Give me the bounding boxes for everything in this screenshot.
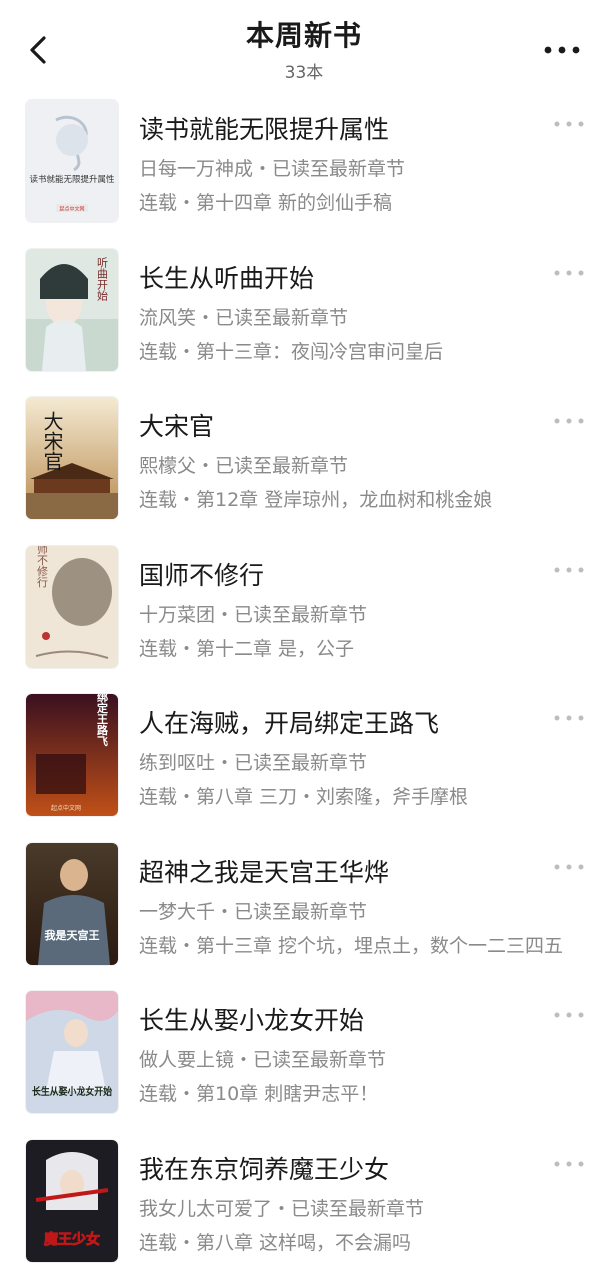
- item-more-button[interactable]: [552, 1154, 586, 1174]
- page-title: 本周新书: [0, 14, 608, 54]
- top-bar: 本周新书 33本: [0, 0, 608, 92]
- cover-title: 开局绑定王路飞: [96, 694, 110, 747]
- book-list: 读书就能无限提升属性 起点中文网 读书就能无限提升属性 日每一万神成・已读至最新…: [0, 98, 608, 1286]
- book-meta: 日每一万神成・已读至最新章节: [139, 154, 405, 181]
- book-title: 超神之我是天宫王华烨: [139, 853, 389, 889]
- book-cover[interactable]: 长生从娶小龙女开始: [26, 991, 118, 1113]
- item-more-button[interactable]: [552, 857, 586, 877]
- book-meta: 十万菜团・已读至最新章节: [139, 600, 367, 627]
- book-meta: 流风笑・已读至最新章节: [139, 303, 348, 330]
- cover-image: 开局绑定王路飞 起点中文网: [26, 694, 118, 816]
- book-chapter: 连载・第八章 三刀・刘索隆，斧手摩根: [139, 782, 569, 809]
- cover-title: 国师不修行: [36, 546, 49, 588]
- more-horizontal-icon: [552, 857, 586, 877]
- book-chapter: 连载・第十三章 挖个坑，埋点土，数个一二三四五: [139, 931, 569, 958]
- book-title: 人在海贼，开局绑定王路飞: [139, 704, 439, 740]
- item-more-button[interactable]: [552, 263, 586, 283]
- cover-image: 长生从娶小龙女开始: [26, 991, 118, 1113]
- cover-image: 大宋官: [26, 397, 118, 519]
- book-meta: 我女儿太可爱了・已读至最新章节: [139, 1194, 424, 1221]
- book-chapter: 连载・第十四章 新的剑仙手稿: [139, 188, 569, 215]
- book-cover[interactable]: 我是天宫王: [26, 843, 118, 965]
- more-horizontal-icon: [552, 708, 586, 728]
- cover-title: 魔王少女: [44, 1231, 100, 1248]
- more-horizontal-icon: [542, 36, 582, 64]
- book-count: 33本: [0, 58, 608, 83]
- book-meta: 熙檬父・已读至最新章节: [139, 451, 348, 478]
- item-more-button[interactable]: [552, 411, 586, 431]
- cover-publisher: 起点中文网: [51, 804, 81, 812]
- cover-image: 我是天宫王: [26, 843, 118, 965]
- book-chapter: 连载・第10章 刺瞎尹志平！: [139, 1079, 569, 1106]
- book-chapter: 连载・第八章 这样喝，不会漏吗: [139, 1228, 569, 1255]
- book-cover[interactable]: 听曲开始: [26, 249, 118, 371]
- book-item[interactable]: 大宋官 大宋官 熙檬父・已读至最新章节 连载・第12章 登岸琼州，龙血树和桃金娘: [0, 395, 608, 544]
- book-cover[interactable]: 读书就能无限提升属性 起点中文网: [26, 100, 118, 222]
- more-horizontal-icon: [552, 1154, 586, 1174]
- book-item[interactable]: 开局绑定王路飞 起点中文网 人在海贼，开局绑定王路飞 练到呕吐・已读至最新章节 …: [0, 692, 608, 841]
- book-title: 国师不修行: [139, 556, 264, 592]
- more-button[interactable]: [542, 36, 582, 64]
- item-more-button[interactable]: [552, 114, 586, 134]
- title-block: 本周新书 33本: [0, 14, 608, 83]
- book-cover[interactable]: 开局绑定王路飞 起点中文网: [26, 694, 118, 816]
- cover-publisher: 起点中文网: [59, 206, 84, 213]
- book-item[interactable]: 我是天宫王 超神之我是天宫王华烨 一梦大千・已读至最新章节 连载・第十三章 挖个…: [0, 841, 608, 990]
- book-item[interactable]: 长生从娶小龙女开始 长生从娶小龙女开始 做人要上镜・已读至最新章节 连载・第10…: [0, 989, 608, 1138]
- book-chapter: 连载・第十三章：夜闯冷宫审问皇后: [139, 337, 569, 364]
- book-cover[interactable]: 魔王少女: [26, 1140, 118, 1262]
- book-meta: 做人要上镜・已读至最新章节: [139, 1045, 386, 1072]
- book-meta: 练到呕吐・已读至最新章节: [139, 748, 367, 775]
- book-title: 长生从娶小龙女开始: [139, 1001, 364, 1037]
- cover-image: 魔王少女: [26, 1140, 118, 1262]
- book-item[interactable]: 魔王少女 我在东京饲养魔王少女 我女儿太可爱了・已读至最新章节 连载・第八章 这…: [0, 1138, 608, 1286]
- item-more-button[interactable]: [552, 560, 586, 580]
- book-title: 我在东京饲养魔王少女: [139, 1150, 389, 1186]
- cover-title: 大宋官: [40, 411, 64, 471]
- book-title: 长生从听曲开始: [139, 259, 314, 295]
- cover-title: 我是天宫王: [45, 928, 100, 942]
- more-horizontal-icon: [552, 1005, 586, 1025]
- cover-image: 读书就能无限提升属性 起点中文网: [26, 100, 118, 222]
- more-horizontal-icon: [552, 560, 586, 580]
- book-title: 读书就能无限提升属性: [139, 110, 389, 146]
- book-item[interactable]: 读书就能无限提升属性 起点中文网 读书就能无限提升属性 日每一万神成・已读至最新…: [0, 98, 608, 247]
- book-cover[interactable]: 大宋官: [26, 397, 118, 519]
- more-horizontal-icon: [552, 114, 586, 134]
- book-chapter: 连载・第12章 登岸琼州，龙血树和桃金娘: [139, 485, 569, 512]
- book-title: 大宋官: [139, 407, 214, 443]
- item-more-button[interactable]: [552, 708, 586, 728]
- book-chapter: 连载・第十二章 是，公子: [139, 634, 569, 661]
- cover-title: 长生从娶小龙女开始: [32, 1085, 112, 1098]
- book-item[interactable]: 听曲开始 长生从听曲开始 流风笑・已读至最新章节 连载・第十三章：夜闯冷宫审问皇…: [0, 247, 608, 396]
- cover-image: 听曲开始: [26, 249, 118, 371]
- more-horizontal-icon: [552, 263, 586, 283]
- cover-title: 读书就能无限提升属性: [29, 174, 115, 185]
- item-more-button[interactable]: [552, 1005, 586, 1025]
- cover-title: 听曲开始: [96, 256, 109, 301]
- book-cover[interactable]: 国师不修行: [26, 546, 118, 668]
- book-item[interactable]: 国师不修行 国师不修行 十万菜团・已读至最新章节 连载・第十二章 是，公子: [0, 544, 608, 693]
- book-meta: 一梦大千・已读至最新章节: [139, 897, 367, 924]
- more-horizontal-icon: [552, 411, 586, 431]
- cover-image: 国师不修行: [26, 546, 118, 668]
